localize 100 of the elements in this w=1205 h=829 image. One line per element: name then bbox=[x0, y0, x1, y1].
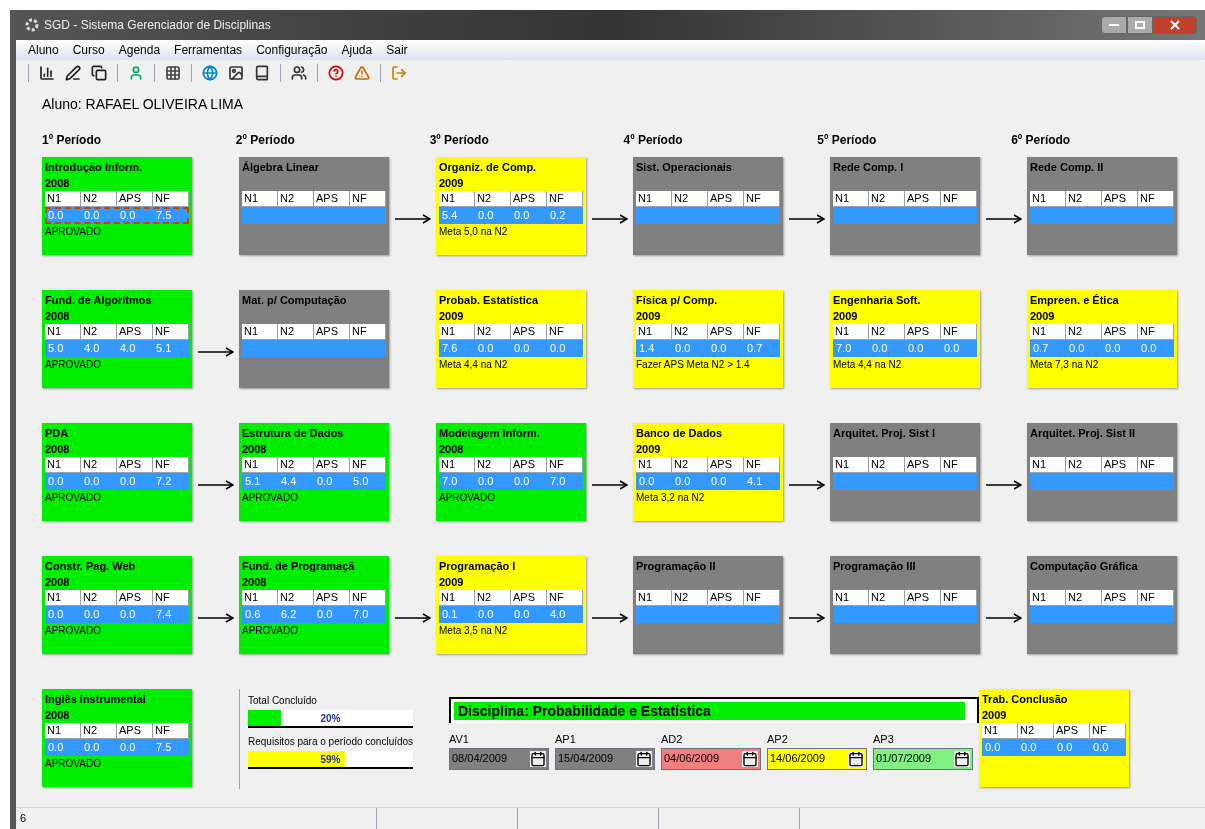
course-card[interactable]: Fund. de Programaçã 2008 N1 N2 APS NF 0.6 6.2 0.0 7.0 APROVADO bbox=[239, 556, 389, 654]
calendar-icon[interactable] bbox=[636, 750, 652, 767]
close-button[interactable] bbox=[1153, 16, 1197, 34]
course-title: Fund. de Programaçã bbox=[242, 559, 356, 574]
grade-value: 0.0 bbox=[83, 607, 101, 622]
course-card[interactable]: Rede Comp. I N1 N2 APS NF bbox=[830, 157, 980, 255]
course-card[interactable]: Banco de Dados 2009 N1 N2 APS NF 0.0 0.0 0.0 4.1 Meta 3,2 na N2 bbox=[633, 423, 783, 521]
menu-item[interactable]: Sair bbox=[386, 41, 408, 59]
course-title: Introdução Inform. bbox=[45, 160, 144, 175]
menu-item[interactable]: Curso bbox=[72, 41, 105, 59]
date-field[interactable]: 15/04/2009 bbox=[555, 747, 655, 770]
course-card[interactable]: Mat. p/ Computação N1 N2 APS NF bbox=[239, 290, 389, 388]
date-field[interactable]: 08/04/2009 bbox=[449, 747, 549, 770]
grade-value: 4.0 bbox=[83, 341, 101, 356]
course-year: 2009 bbox=[833, 309, 859, 324]
grade-value: 7.0 bbox=[835, 341, 853, 356]
course-title: Programação II bbox=[636, 559, 717, 574]
course-card[interactable]: Sist. Operacionais N1 N2 APS NF bbox=[633, 157, 783, 255]
date-field[interactable]: 04/06/2009 bbox=[661, 747, 761, 770]
globe-icon[interactable] bbox=[202, 65, 218, 81]
menu-item[interactable]: Aluno bbox=[28, 41, 59, 59]
course-title: Inglês Instrumental bbox=[45, 692, 147, 707]
grade-value: 0.0 bbox=[47, 474, 65, 489]
menu-item[interactable]: Configuração bbox=[256, 41, 328, 59]
pencil-icon[interactable] bbox=[65, 65, 81, 81]
grade-value: 0.0 bbox=[1140, 341, 1158, 356]
course-card[interactable]: Arquitet. Proj. Sist II N1 N2 APS NF bbox=[1027, 423, 1177, 521]
warning-icon[interactable] bbox=[354, 65, 370, 81]
grade-value: 7.4 bbox=[155, 607, 173, 622]
people-icon[interactable] bbox=[291, 65, 307, 81]
grade-value: 4.4 bbox=[280, 474, 298, 489]
course-year: 2009 bbox=[439, 575, 465, 590]
course-year: 2009 bbox=[982, 708, 1008, 723]
course-status: Meta 3,5 na N2 bbox=[439, 624, 509, 638]
copy-icon[interactable] bbox=[91, 65, 107, 81]
calendar-icon[interactable] bbox=[848, 750, 864, 767]
course-card[interactable]: PDA 2008 N1 N2 APS NF 0.0 0.0 0.0 7.2 APROVADO bbox=[42, 423, 192, 521]
course-card[interactable]: Programação I 2009 N1 N2 APS NF 0.1 0.0 0.0 4.0 Meta 3,5 na N2 bbox=[436, 556, 586, 654]
grade-value: 7.0 bbox=[441, 474, 459, 489]
grade-value: 0.0 bbox=[119, 208, 137, 223]
grade-value: 4.1 bbox=[746, 474, 764, 489]
course-title: Sist. Operacionais bbox=[636, 160, 733, 175]
course-card[interactable]: Programação II N1 N2 APS NF bbox=[633, 556, 783, 654]
course-title: Rede Comp. I bbox=[833, 160, 905, 175]
grade-value: 0.2 bbox=[549, 208, 567, 223]
course-card[interactable]: Trab. Conclusão 2009 N1 N2 APS NF 0.0 0.0 0.0 0.0 bbox=[979, 689, 1129, 787]
person-icon[interactable] bbox=[128, 65, 144, 81]
course-card[interactable]: Computação Gráfica N1 N2 APS NF bbox=[1027, 556, 1177, 654]
grade-value: 7.0 bbox=[549, 474, 567, 489]
minimize-button[interactable] bbox=[1101, 16, 1127, 34]
course-title: Arquitet. Proj. Sist II bbox=[1030, 426, 1137, 441]
calendar-icon[interactable] bbox=[530, 750, 546, 767]
course-card[interactable]: Inglês Instrumental 2008 N1 N2 APS NF 0.0 0.0 0.0 7.5 APROVADO bbox=[42, 689, 192, 787]
exit-icon[interactable] bbox=[391, 65, 407, 81]
course-card[interactable]: Álgebra Linear N1 N2 APS NF bbox=[239, 157, 389, 255]
course-card[interactable]: Organiz. de Comp. 2009 N1 N2 APS NF 5.4 0.0 0.0 0.2 Meta 5,0 na N2 bbox=[436, 157, 586, 255]
maximize-button[interactable] bbox=[1127, 16, 1153, 34]
grade-value: 4.0 bbox=[119, 341, 137, 356]
course-status: Meta 3,2 na N2 bbox=[636, 491, 706, 505]
book-icon[interactable] bbox=[254, 65, 270, 81]
calendar-icon[interactable] bbox=[954, 750, 970, 767]
course-card[interactable]: Engenharia Soft. 2009 N1 N2 APS NF 7.0 0.0 0.0 0.0 Meta 4,4 na N2 bbox=[830, 290, 980, 388]
grade-value: 0.0 bbox=[1068, 341, 1086, 356]
grade-value: 0.0 bbox=[1056, 740, 1074, 755]
date-field[interactable]: 01/07/2009 bbox=[873, 747, 973, 770]
menu-item[interactable]: Ferramentas bbox=[174, 41, 243, 59]
course-card[interactable]: Programação III N1 N2 APS NF bbox=[830, 556, 980, 654]
menu-item[interactable]: Agenda bbox=[118, 41, 161, 59]
course-status: APROVADO bbox=[242, 624, 299, 638]
period-header: 3º Período bbox=[429, 133, 489, 147]
menu-item[interactable]: Ajuda bbox=[341, 41, 373, 59]
course-card[interactable]: Estrutura de Dados 2008 N1 N2 APS NF 5.1 4.4 0.0 5.0 APROVADO bbox=[239, 423, 389, 521]
course-card[interactable]: Arquitet. Proj. Sist I N1 N2 APS NF bbox=[830, 423, 980, 521]
grade-value: 0.0 bbox=[477, 474, 495, 489]
grade-value: 0.0 bbox=[47, 740, 65, 755]
grid-icon[interactable] bbox=[165, 65, 181, 81]
course-status: APROVADO bbox=[242, 491, 299, 505]
course-card[interactable]: Modelagem Inform. 2008 N1 N2 APS NF 7.0 0.0 0.0 7.0 APROVADO bbox=[436, 423, 586, 521]
date-field[interactable]: 14/06/2009 bbox=[767, 747, 867, 770]
course-card[interactable]: Probab. Estatística 2009 N1 N2 APS NF 7.6 0.0 0.0 0.0 Meta 4,4 na N2 bbox=[436, 290, 586, 388]
grade-value: 4.0 bbox=[549, 607, 567, 622]
help-icon[interactable] bbox=[328, 65, 344, 81]
course-card[interactable]: Introdução Inform. 2008 N1 N2 APS NF 0.0 0.0 0.0 7.5 APROVADO bbox=[42, 157, 192, 255]
course-card[interactable]: Constr. Pag. Web 2008 N1 N2 APS NF 0.0 0.0 0.0 7.4 APROVADO bbox=[42, 556, 192, 654]
course-year: 2008 bbox=[439, 442, 465, 457]
course-title: Física p/ Comp. bbox=[636, 293, 719, 308]
course-title: Modelagem Inform. bbox=[439, 426, 541, 441]
grade-value: 0.0 bbox=[1020, 740, 1038, 755]
course-status: APROVADO bbox=[45, 491, 102, 505]
course-card[interactable]: Fund. de Algoritmos 2008 N1 N2 APS NF 5.0 4.0 4.0 5.1 APROVADO bbox=[42, 290, 192, 388]
chart-icon[interactable] bbox=[39, 65, 55, 81]
course-card[interactable]: Física p/ Comp. 2009 N1 N2 APS NF 1.4 0.0 0.0 0.7 Fazer APS Meta N2 > 1.4 bbox=[633, 290, 783, 388]
course-title: Constr. Pag. Web bbox=[45, 559, 137, 574]
grade-value: 0.0 bbox=[119, 740, 137, 755]
course-card[interactable]: Rede Comp. II N1 N2 APS NF bbox=[1027, 157, 1177, 255]
grade-value: 0.0 bbox=[710, 474, 728, 489]
calendar-icon[interactable] bbox=[742, 750, 758, 767]
grade-value: 0.0 bbox=[549, 341, 567, 356]
image-icon[interactable] bbox=[228, 65, 244, 81]
course-card[interactable]: Empreen. e Ética 2009 N1 N2 APS NF 0.7 0.0 0.0 0.0 Meta 7,3 na N2 bbox=[1027, 290, 1177, 388]
